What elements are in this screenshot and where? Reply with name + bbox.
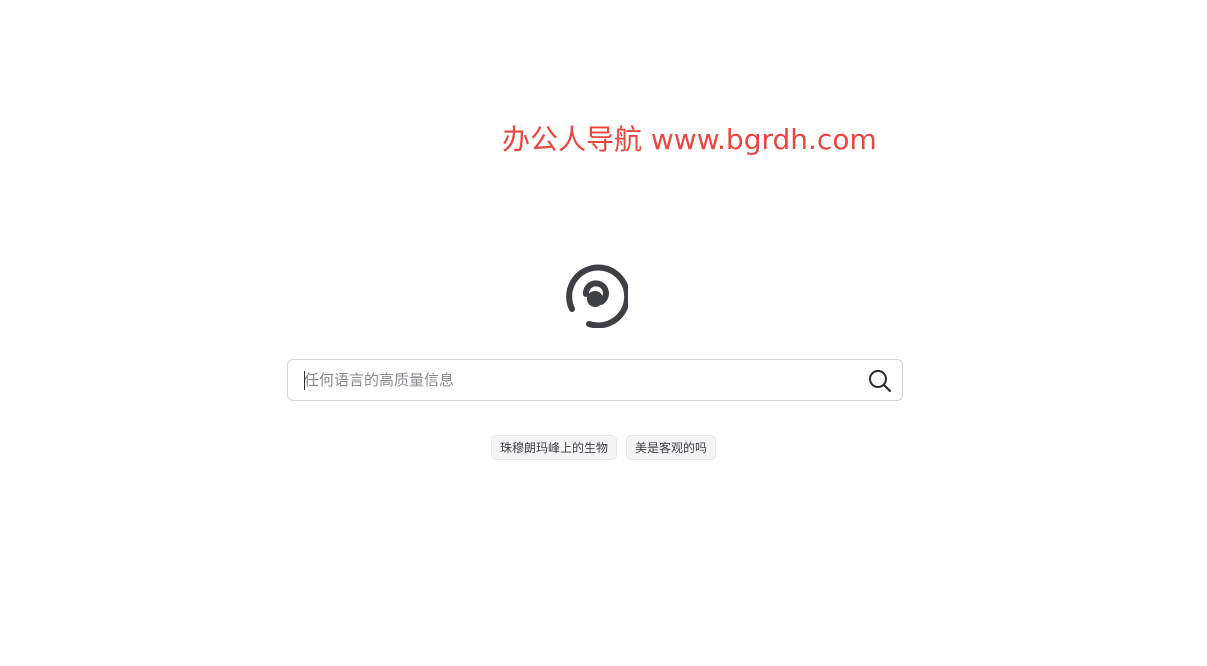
- search-input[interactable]: [302, 360, 844, 400]
- text-caret: [304, 371, 305, 390]
- suggestion-list: 珠穆朗玛峰上的生物 美是客观的吗: [0, 435, 1207, 460]
- search-icon: [869, 370, 892, 393]
- suggestion-chip[interactable]: 珠穆朗玛峰上的生物: [490, 435, 617, 460]
- page: 办公人导航 www.bgrdh.com 珠穆朗玛峰上的生物 美是客观的吗: [0, 0, 1207, 666]
- app-logo-icon: [562, 262, 631, 329]
- search-button[interactable]: [866, 367, 894, 395]
- search-box: [287, 359, 903, 401]
- suggestion-chip[interactable]: 美是客观的吗: [626, 435, 717, 460]
- watermark-text: 办公人导航 www.bgrdh.com: [502, 123, 877, 156]
